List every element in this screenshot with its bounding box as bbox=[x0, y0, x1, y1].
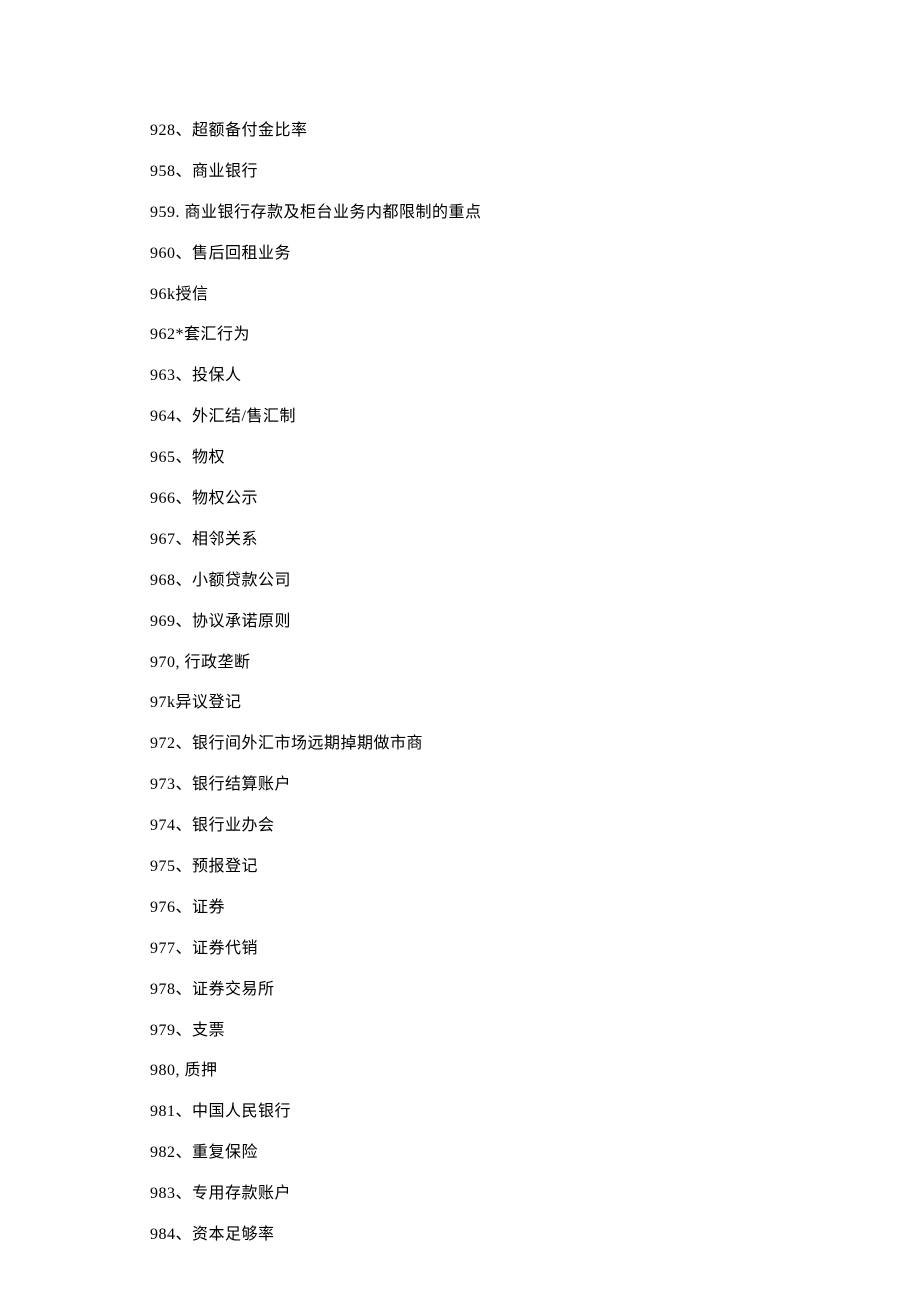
list-item: 963、投保人 bbox=[150, 365, 920, 387]
list-item: 96k授信 bbox=[150, 284, 920, 306]
document-content: 928、超额备付金比率 958、商业银行 959. 商业银行存款及柜台业务内都限… bbox=[150, 120, 920, 1246]
list-item: 978、证券交易所 bbox=[150, 979, 920, 1001]
list-item: 964、外汇结/售汇制 bbox=[150, 406, 920, 428]
list-item: 981、中国人民银行 bbox=[150, 1101, 920, 1123]
list-item: 958、商业银行 bbox=[150, 161, 920, 183]
list-item: 959. 商业银行存款及柜台业务内都限制的重点 bbox=[150, 202, 920, 224]
list-item: 982、重复保险 bbox=[150, 1142, 920, 1164]
list-item: 973、银行结算账户 bbox=[150, 774, 920, 796]
list-item: 974、银行业办会 bbox=[150, 815, 920, 837]
list-item: 976、证券 bbox=[150, 897, 920, 919]
list-item: 968、小额贷款公司 bbox=[150, 570, 920, 592]
list-item: 979、支票 bbox=[150, 1020, 920, 1042]
list-item: 969、协议承诺原则 bbox=[150, 611, 920, 633]
list-item: 967、相邻关系 bbox=[150, 529, 920, 551]
list-item: 962*套汇行为 bbox=[150, 324, 920, 346]
list-item: 928、超额备付金比率 bbox=[150, 120, 920, 142]
list-item: 975、预报登记 bbox=[150, 856, 920, 878]
list-item: 983、专用存款账户 bbox=[150, 1183, 920, 1205]
list-item: 977、证券代销 bbox=[150, 938, 920, 960]
list-item: 965、物权 bbox=[150, 447, 920, 469]
list-item: 980, 质押 bbox=[150, 1060, 920, 1082]
list-item: 972、银行间外汇市场远期掉期做市商 bbox=[150, 733, 920, 755]
list-item: 966、物权公示 bbox=[150, 488, 920, 510]
list-item: 984、资本足够率 bbox=[150, 1224, 920, 1246]
list-item: 960、售后回租业务 bbox=[150, 243, 920, 265]
list-item: 97k异议登记 bbox=[150, 692, 920, 714]
list-item: 970, 行政垄断 bbox=[150, 652, 920, 674]
